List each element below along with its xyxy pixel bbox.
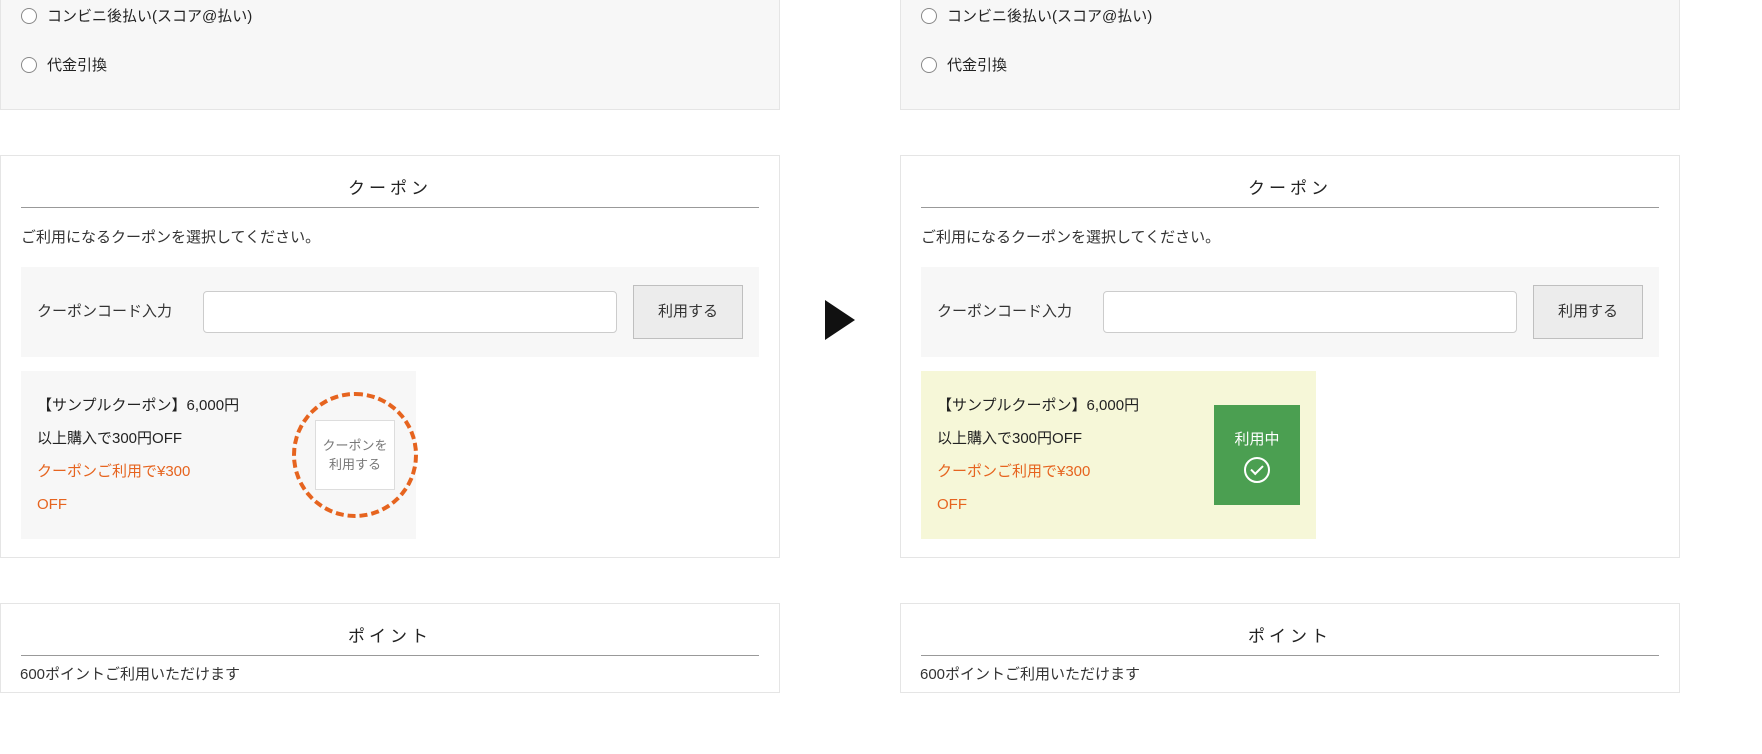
coupon-code-area: クーポンコード入力 利用する — [921, 267, 1659, 357]
coupon-card-text: 【サンプルクーポン】6,000円 以上購入で300円OFF クーポンご利用で¥3… — [37, 389, 292, 521]
arrow-right-icon — [823, 298, 857, 342]
coupon-instruction: ご利用になるクーポンを選択してください。 — [921, 226, 1659, 247]
coupon-heading: クーポン — [921, 174, 1659, 208]
coupon-apply-button[interactable]: 利用する — [1533, 285, 1643, 339]
coupon-code-label: クーポンコード入力 — [37, 301, 187, 324]
radio-icon — [21, 8, 37, 24]
payment-option-label: コンビニ後払い(スコア@払い) — [47, 5, 252, 26]
coupon-code-input[interactable] — [1103, 291, 1517, 333]
applied-label: 利用中 — [1234, 428, 1279, 449]
payment-option-label: 代金引換 — [47, 54, 107, 75]
coupon-card-discount-line2: OFF — [937, 496, 967, 513]
radio-icon — [921, 57, 937, 73]
payment-option-cod[interactable]: 代金引換 — [21, 40, 759, 89]
point-heading: ポイント — [921, 622, 1659, 656]
coupon-card-title-line1: 【サンプルクーポン】6,000円 — [37, 397, 239, 414]
coupon-code-area: クーポンコード入力 利用する — [21, 267, 759, 357]
use-coupon-button-wrap: クーポンを利用する — [310, 410, 400, 500]
payment-option-cod[interactable]: 代金引換 — [921, 40, 1659, 89]
coupon-card-title-line2: 以上購入で300円OFF — [37, 430, 182, 447]
point-available-text: 600ポイントご利用いただけます — [900, 663, 1680, 684]
coupon-card-title-line1: 【サンプルクーポン】6,000円 — [937, 397, 1139, 414]
coupon-card-title-line2: 以上購入で300円OFF — [937, 430, 1082, 447]
coupon-apply-button[interactable]: 利用する — [633, 285, 743, 339]
coupon-heading: クーポン — [21, 174, 759, 208]
coupon-card-applied: 【サンプルクーポン】6,000円 以上購入で300円OFF クーポンご利用で¥3… — [921, 371, 1316, 539]
coupon-card-text: 【サンプルクーポン】6,000円 以上購入で300円OFF クーポンご利用で¥3… — [937, 389, 1196, 521]
payment-methods-panel: コンビニ後払い(スコア@払い) 代金引換 — [0, 0, 780, 110]
check-circle-icon — [1244, 457, 1270, 483]
payment-methods-panel: コンビニ後払い(スコア@払い) 代金引換 — [900, 0, 1680, 110]
use-coupon-button[interactable]: クーポンを利用する — [315, 420, 395, 490]
coupon-panel: クーポン ご利用になるクーポンを選択してください。 クーポンコード入力 利用する… — [0, 155, 780, 558]
coupon-card-discount-line1: クーポンご利用で¥300 — [937, 463, 1090, 480]
payment-option-konbini[interactable]: コンビニ後払い(スコア@払い) — [921, 0, 1659, 40]
coupon-code-input[interactable] — [203, 291, 617, 333]
coupon-card: 【サンプルクーポン】6,000円 以上購入で300円OFF クーポンご利用で¥3… — [21, 371, 416, 539]
coupon-card-discount-line1: クーポンご利用で¥300 — [37, 463, 190, 480]
radio-icon — [21, 57, 37, 73]
coupon-card-discount-line2: OFF — [37, 496, 67, 513]
payment-option-label: コンビニ後払い(スコア@払い) — [947, 5, 1152, 26]
point-available-text: 600ポイントご利用いただけます — [0, 663, 780, 684]
payment-option-konbini[interactable]: コンビニ後払い(スコア@払い) — [21, 0, 759, 40]
coupon-instruction: ご利用になるクーポンを選択してください。 — [21, 226, 759, 247]
radio-icon — [921, 8, 937, 24]
payment-option-label: 代金引換 — [947, 54, 1007, 75]
coupon-code-label: クーポンコード入力 — [937, 301, 1087, 324]
use-coupon-button-label: クーポンを利用する — [322, 436, 387, 475]
coupon-applied-badge[interactable]: 利用中 — [1214, 405, 1300, 505]
coupon-panel: クーポン ご利用になるクーポンを選択してください。 クーポンコード入力 利用する… — [900, 155, 1680, 558]
point-heading: ポイント — [21, 622, 759, 656]
transition-arrow — [810, 0, 870, 640]
